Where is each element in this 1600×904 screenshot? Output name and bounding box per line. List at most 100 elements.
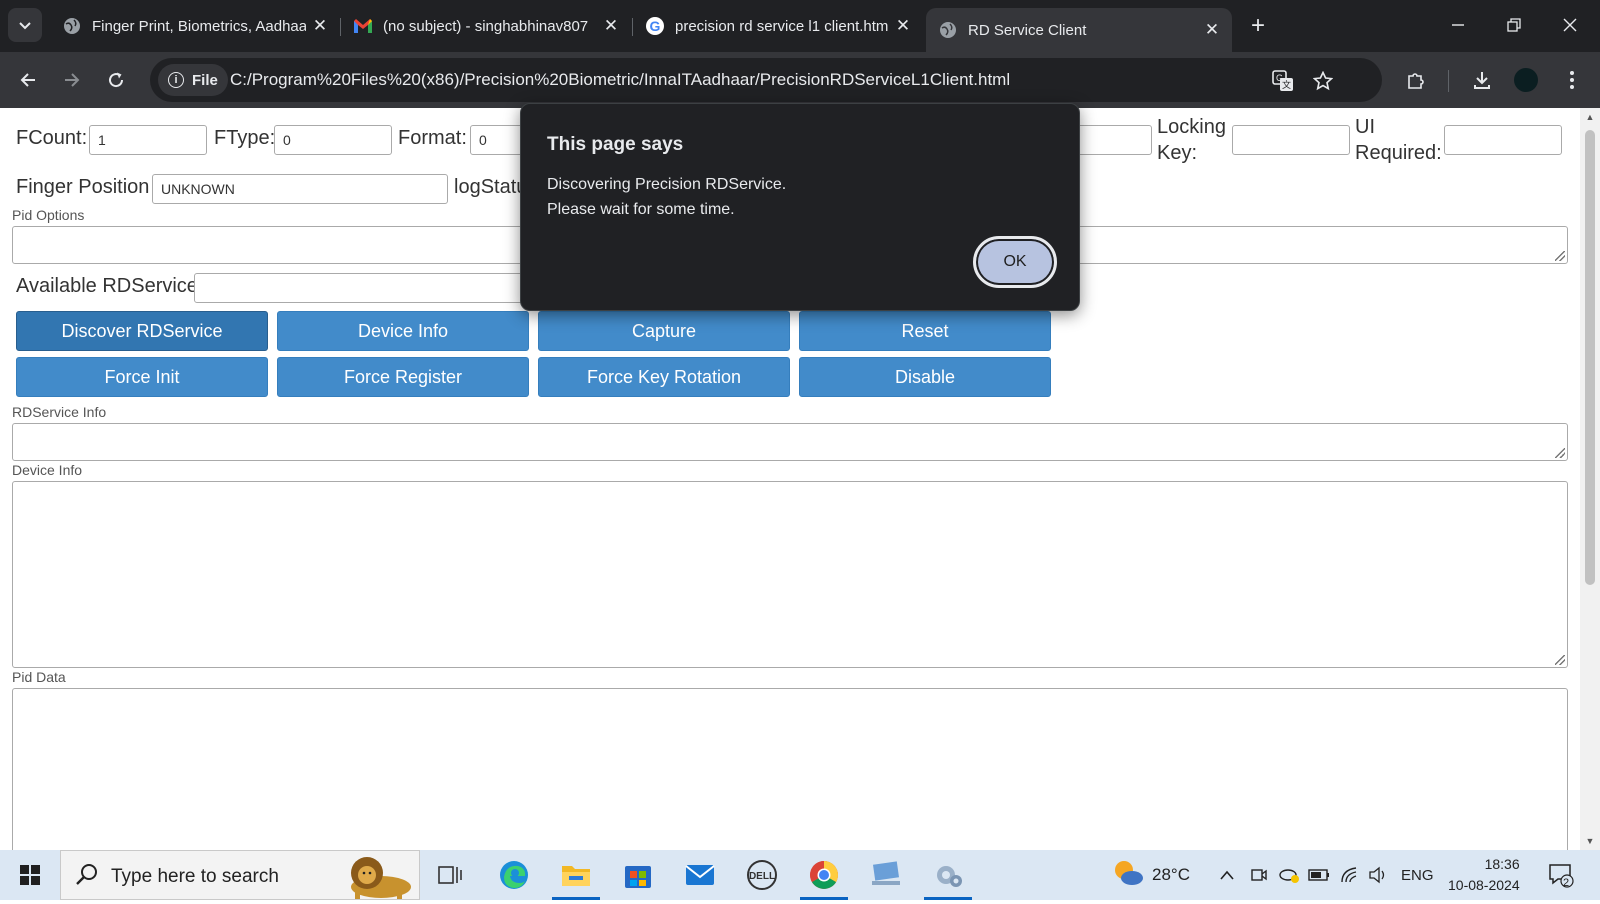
search-icon — [75, 863, 99, 892]
tab-gmail[interactable]: (no subject) - singhabhinav807 ✕ — [341, 8, 631, 44]
tab-google-search[interactable]: G precision rd service l1 client.htm ✕ — [633, 8, 923, 44]
reload-icon[interactable] — [100, 64, 132, 96]
rdservice-info-textarea[interactable] — [12, 423, 1568, 461]
pid-data-textarea[interactable] — [12, 688, 1568, 850]
desktop-app-icon[interactable] — [866, 855, 906, 895]
mail-icon[interactable] — [680, 855, 720, 895]
battery-icon[interactable] — [1308, 850, 1330, 900]
onedrive-warning-icon[interactable] — [1278, 850, 1300, 900]
locking-key-input[interactable] — [1232, 125, 1350, 155]
translate-icon[interactable]: G文 — [1270, 68, 1296, 94]
force-init-button[interactable]: Force Init — [16, 357, 268, 397]
kebab-menu-icon[interactable] — [1556, 64, 1588, 96]
clock[interactable]: 18:36 10-08-2024 — [1448, 850, 1520, 900]
taskbar-search-box[interactable]: Type here to search — [60, 850, 420, 900]
ftype-input[interactable] — [274, 125, 392, 155]
file-label: File — [192, 71, 218, 89]
discover-rdservice-button[interactable]: Discover RDService — [16, 311, 268, 351]
alert-dialog: This page says Discovering Precision RDS… — [520, 103, 1080, 311]
ui-required-label: UI Required: — [1355, 114, 1442, 166]
disable-button[interactable]: Disable — [799, 357, 1051, 397]
globe-icon — [938, 20, 958, 40]
rdservice-info-label: RDService Info — [12, 404, 107, 420]
scrollbar-thumb[interactable] — [1585, 130, 1595, 585]
close-tab-icon[interactable]: ✕ — [1198, 16, 1226, 44]
tab-strip: Finger Print, Biometrics, Aadhaa ✕ (no s… — [0, 0, 1600, 52]
profile-avatar[interactable] — [1514, 68, 1538, 92]
ui-required-input[interactable] — [1444, 125, 1562, 155]
task-view-icon[interactable] — [430, 855, 470, 895]
chrome-icon[interactable] — [804, 855, 844, 895]
scroll-down-arrow-icon[interactable]: ▼ — [1584, 836, 1596, 848]
url-text[interactable]: C:/Program%20Files%20(x86)/Precision%20B… — [230, 70, 1010, 90]
locking-key-label-line2: Key: — [1157, 142, 1198, 164]
tab-title: (no subject) - singhabhinav807 — [383, 17, 589, 35]
format-label: Format: — [398, 127, 467, 149]
dell-icon[interactable]: DELL — [742, 855, 782, 895]
scroll-up-arrow-icon[interactable]: ▲ — [1584, 112, 1596, 124]
available-rdservice-select[interactable] — [194, 273, 534, 303]
resize-grip-icon[interactable] — [1555, 251, 1565, 261]
settings-app-icon[interactable] — [928, 855, 968, 895]
tab-title: Finger Print, Biometrics, Aadhaa — [92, 17, 306, 35]
close-tab-icon[interactable]: ✕ — [889, 12, 917, 40]
pid-data-label: Pid Data — [12, 669, 66, 685]
force-register-button[interactable]: Force Register — [277, 357, 529, 397]
globe-icon — [62, 16, 82, 36]
edge-browser-icon[interactable] — [494, 855, 534, 895]
hidden-field-input[interactable] — [1070, 125, 1152, 155]
close-window-icon[interactable] — [1542, 0, 1598, 50]
vertical-scrollbar[interactable]: ▲ ▼ — [1580, 108, 1600, 850]
volume-icon[interactable] — [1368, 850, 1388, 900]
capture-button[interactable]: Capture — [538, 311, 790, 351]
new-tab-plus-icon[interactable]: + — [1244, 12, 1272, 40]
back-arrow-icon[interactable] — [12, 64, 44, 96]
microsoft-store-icon[interactable] — [618, 855, 658, 895]
show-hidden-icons-chevron-icon[interactable] — [1220, 850, 1234, 900]
clock-time: 18:36 — [1484, 856, 1520, 872]
toolbar-separator — [1448, 70, 1449, 92]
tab-search-button[interactable] — [8, 8, 42, 42]
download-icon[interactable] — [1466, 64, 1498, 96]
device-info-button[interactable]: Device Info — [277, 311, 529, 351]
reset-button[interactable]: Reset — [799, 311, 1051, 351]
device-info-label: Device Info — [12, 462, 83, 478]
meet-camera-icon[interactable] — [1250, 850, 1268, 900]
logstatus-label: logStatu — [454, 176, 528, 198]
wifi-icon[interactable] — [1340, 850, 1360, 900]
ui-required-label-line2: Required: — [1355, 142, 1442, 164]
forward-arrow-icon[interactable] — [56, 64, 88, 96]
windows-taskbar: Type here to search DELL 28°C ENG 18:36 … — [0, 850, 1600, 900]
force-key-rotation-button[interactable]: Force Key Rotation — [538, 357, 790, 397]
dialog-title: This page says — [547, 134, 684, 155]
extensions-puzzle-icon[interactable] — [1400, 64, 1432, 96]
pid-options-label: Pid Options — [12, 207, 85, 223]
tab-finger-print[interactable]: Finger Print, Biometrics, Aadhaa ✕ — [50, 8, 340, 44]
weather-widget[interactable]: 28°C — [1112, 850, 1190, 900]
tab-rd-service-client[interactable]: RD Service Client ✕ — [926, 8, 1232, 52]
windows-start-icon[interactable] — [10, 855, 50, 895]
language-indicator[interactable]: ENG — [1401, 850, 1434, 900]
finger-position-select[interactable] — [152, 174, 448, 204]
file-explorer-icon[interactable] — [556, 855, 596, 895]
bookmark-star-icon[interactable] — [1310, 68, 1336, 94]
resize-grip-icon[interactable] — [1555, 448, 1565, 458]
address-bar[interactable]: i File C:/Program%20Files%20(x86)/Precis… — [150, 58, 1382, 102]
notification-count: 2 — [1563, 877, 1570, 889]
notification-center-icon[interactable]: 2 — [1548, 850, 1574, 900]
browser-toolbar: i File C:/Program%20Files%20(x86)/Precis… — [0, 52, 1600, 108]
restore-icon[interactable] — [1486, 0, 1542, 50]
gmail-icon — [353, 16, 373, 36]
ok-button[interactable]: OK — [973, 236, 1057, 288]
minimize-icon[interactable] — [1430, 0, 1486, 50]
site-info-chip[interactable]: i File — [158, 64, 228, 96]
fcount-input[interactable] — [89, 125, 207, 155]
locking-key-label-line1: Locking — [1157, 116, 1226, 138]
svg-text:文: 文 — [1282, 79, 1291, 90]
lion-search-highlight-icon — [337, 853, 417, 904]
close-tab-icon[interactable]: ✕ — [306, 12, 334, 40]
resize-grip-icon[interactable] — [1555, 655, 1565, 665]
close-tab-icon[interactable]: ✕ — [597, 12, 625, 40]
device-info-textarea[interactable] — [12, 481, 1568, 668]
chevron-down-icon — [19, 22, 31, 30]
